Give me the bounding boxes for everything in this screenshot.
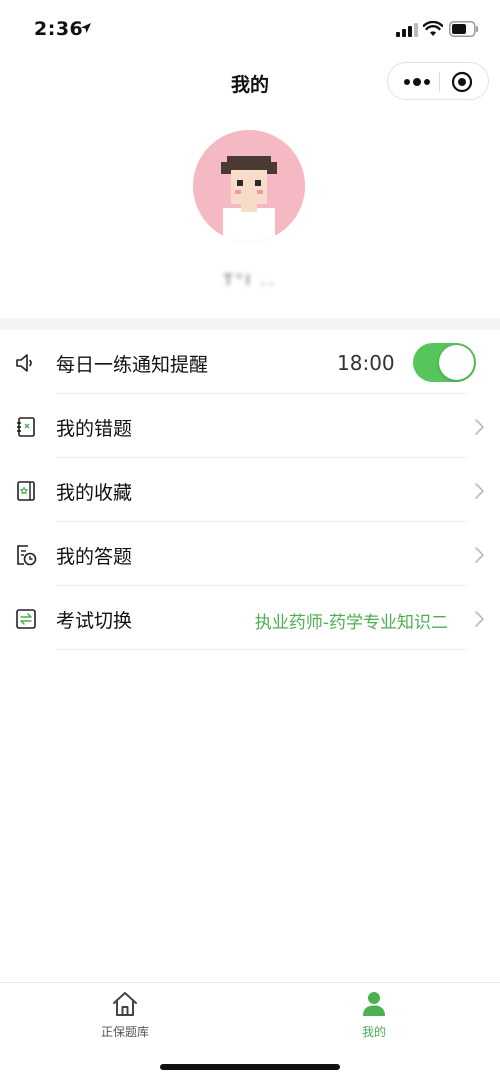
status-bar: 2:36	[0, 0, 500, 60]
toggle-knob	[439, 345, 474, 380]
status-time: 2:36	[34, 18, 84, 40]
home-indicator	[160, 1064, 340, 1070]
notebook-icon	[17, 417, 35, 437]
tab-label: 正保题库	[100, 1025, 149, 1039]
reminder-toggle[interactable]	[413, 343, 476, 382]
settings-list: 每日一练通知提醒 18:00 我的错题 我的收藏 我的答题 考试切换 执业药师-…	[0, 330, 500, 650]
close-target-icon[interactable]	[450, 70, 474, 94]
avatar[interactable]	[193, 130, 305, 242]
tab-home[interactable]: 正保题库	[75, 989, 175, 1049]
more-dots-icon[interactable]	[402, 75, 432, 89]
location-arrow-icon	[81, 23, 91, 33]
row-label: 我的收藏	[56, 482, 133, 504]
row-label: 考试切换	[56, 610, 133, 632]
row-favorites[interactable]: 我的收藏	[0, 458, 500, 522]
tab-mine[interactable]: 我的	[324, 989, 424, 1049]
tab-label: 我的	[361, 1025, 386, 1039]
wifi-icon	[423, 21, 443, 36]
chevron-right-icon	[475, 419, 484, 435]
row-divider	[56, 649, 466, 650]
username-text: T"I ..	[223, 271, 277, 289]
capsule-divider	[439, 72, 440, 92]
profile-screen: 2:36 我的 T"I .. 每日一练通知提醒 18:00 我的错题 我的收藏 …	[0, 0, 500, 1082]
row-my-answers[interactable]: 我的答题	[0, 522, 500, 586]
daily-reminder-row: 每日一练通知提醒 18:00	[0, 330, 500, 394]
avatar-image	[193, 130, 305, 242]
history-icon	[17, 545, 37, 566]
chevron-right-icon	[475, 483, 484, 499]
chevron-right-icon	[475, 611, 484, 627]
person-icon	[363, 992, 385, 1016]
row-wrong-questions[interactable]: 我的错题	[0, 394, 500, 458]
speaker-icon	[16, 354, 32, 372]
current-exam-value: 执业药师-药学专业知识二	[254, 613, 448, 633]
section-divider	[0, 318, 500, 330]
star-book-icon	[17, 481, 35, 501]
row-label: 我的错题	[56, 418, 133, 440]
cellular-signal-icon	[396, 23, 418, 37]
username: T"I ..	[0, 271, 500, 289]
home-icon	[113, 992, 137, 1016]
row-exam-switch[interactable]: 考试切换 执业药师-药学专业知识二	[0, 586, 500, 650]
row-label: 我的答题	[56, 546, 133, 568]
switch-icon	[16, 609, 36, 629]
reminder-time[interactable]: 18:00	[337, 351, 395, 375]
chevron-right-icon	[475, 547, 484, 563]
mini-program-capsule	[387, 62, 489, 100]
battery-icon	[449, 21, 478, 37]
reminder-label: 每日一练通知提醒	[56, 354, 209, 376]
